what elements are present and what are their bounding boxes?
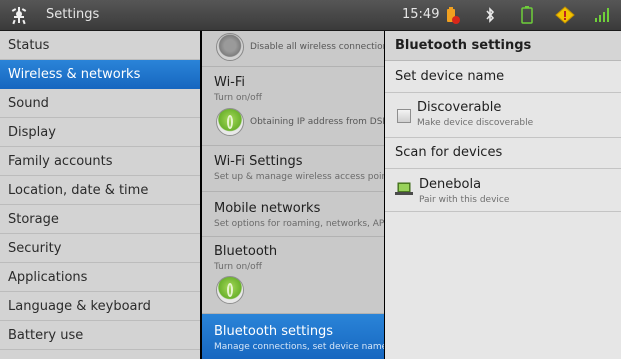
wifi-status-label: Obtaining IP address from DSL-2640U... <box>250 117 384 127</box>
app-title: Settings <box>46 7 100 22</box>
laptop-icon <box>395 182 413 195</box>
scan-for-devices[interactable]: Scan for devices <box>395 145 502 160</box>
battery-alert-icon <box>447 7 460 24</box>
category-family-accounts[interactable]: Family accounts <box>0 147 200 176</box>
wifi-toggle[interactable] <box>216 108 244 136</box>
wifi-subtitle: Turn on/off <box>214 93 262 103</box>
divider <box>385 137 621 138</box>
mobile-networks-subtitle: Set options for roaming, networks, APNs <box>214 219 384 229</box>
discoverable-checkbox[interactable] <box>397 109 411 123</box>
bluetooth-settings-title: Bluetooth settings <box>214 324 334 339</box>
power-icon <box>227 115 233 129</box>
mobile-networks-title: Mobile networks <box>214 201 321 216</box>
status-bar: Settings 15:49 <box>0 0 621 31</box>
divider <box>385 168 621 169</box>
signal-icon <box>595 8 609 22</box>
wifi-settings-title: Wi-Fi Settings <box>214 154 303 169</box>
panel-header: Bluetooth settings <box>385 31 621 61</box>
discoverable-title[interactable]: Discoverable <box>417 100 501 115</box>
settings-app-icon <box>11 7 27 25</box>
bluetooth-subtitle: Turn on/off <box>214 262 262 272</box>
category-storage[interactable]: Storage <box>0 205 200 234</box>
divider <box>385 211 621 212</box>
bluetooth-title: Bluetooth <box>214 244 278 259</box>
set-device-name[interactable]: Set device name <box>395 69 504 84</box>
category-location-date-time[interactable]: Location, date & time <box>0 176 200 205</box>
wireless-settings-list: Disable all wireless connections Wi-Fi T… <box>202 31 384 359</box>
bluetooth-toggle[interactable] <box>216 276 244 304</box>
category-wireless-networks[interactable]: Wireless & networks <box>0 60 200 89</box>
wifi-title: Wi-Fi <box>214 75 246 90</box>
device-subtitle: Pair with this device <box>419 195 510 205</box>
category-status[interactable]: Status <box>0 31 200 60</box>
divider <box>385 92 621 93</box>
bluetooth-settings-row[interactable]: Bluetooth settings Manage connections, s… <box>202 314 384 359</box>
status-time: 15:49 <box>402 7 440 22</box>
panel-title: Bluetooth settings <box>395 38 532 53</box>
category-security[interactable]: Security <box>0 234 200 263</box>
settings-category-list: Status Wireless & networks Sound Display… <box>0 31 200 359</box>
bluetooth-icon <box>486 7 495 23</box>
discoverable-subtitle: Make device discoverable <box>417 118 534 128</box>
category-sound[interactable]: Sound <box>0 89 200 118</box>
category-display[interactable]: Display <box>0 118 200 147</box>
bluetooth-row[interactable]: Bluetooth Turn on/off <box>202 237 384 277</box>
device-denebola[interactable]: Denebola <box>419 177 481 192</box>
warning-icon <box>555 6 575 24</box>
airplane-toggle-label: Disable all wireless connections <box>250 42 384 52</box>
battery-icon <box>521 6 533 24</box>
category-applications[interactable]: Applications <box>0 263 200 292</box>
category-language-keyboard[interactable]: Language & keyboard <box>0 292 200 321</box>
category-battery-use[interactable]: Battery use <box>0 321 200 350</box>
power-icon <box>227 283 233 297</box>
bluetooth-settings-panel: Bluetooth settings Set device name Disco… <box>385 31 621 359</box>
mobile-networks-row[interactable]: Mobile networks Set options for roaming,… <box>202 192 384 236</box>
wifi-settings-row[interactable]: Wi-Fi Settings Set up & manage wireless … <box>202 146 384 191</box>
airplane-mode-toggle[interactable] <box>216 33 244 61</box>
wifi-settings-subtitle: Set up & manage wireless access points <box>214 172 384 182</box>
bluetooth-settings-subtitle: Manage connections, set device name <box>214 342 384 352</box>
